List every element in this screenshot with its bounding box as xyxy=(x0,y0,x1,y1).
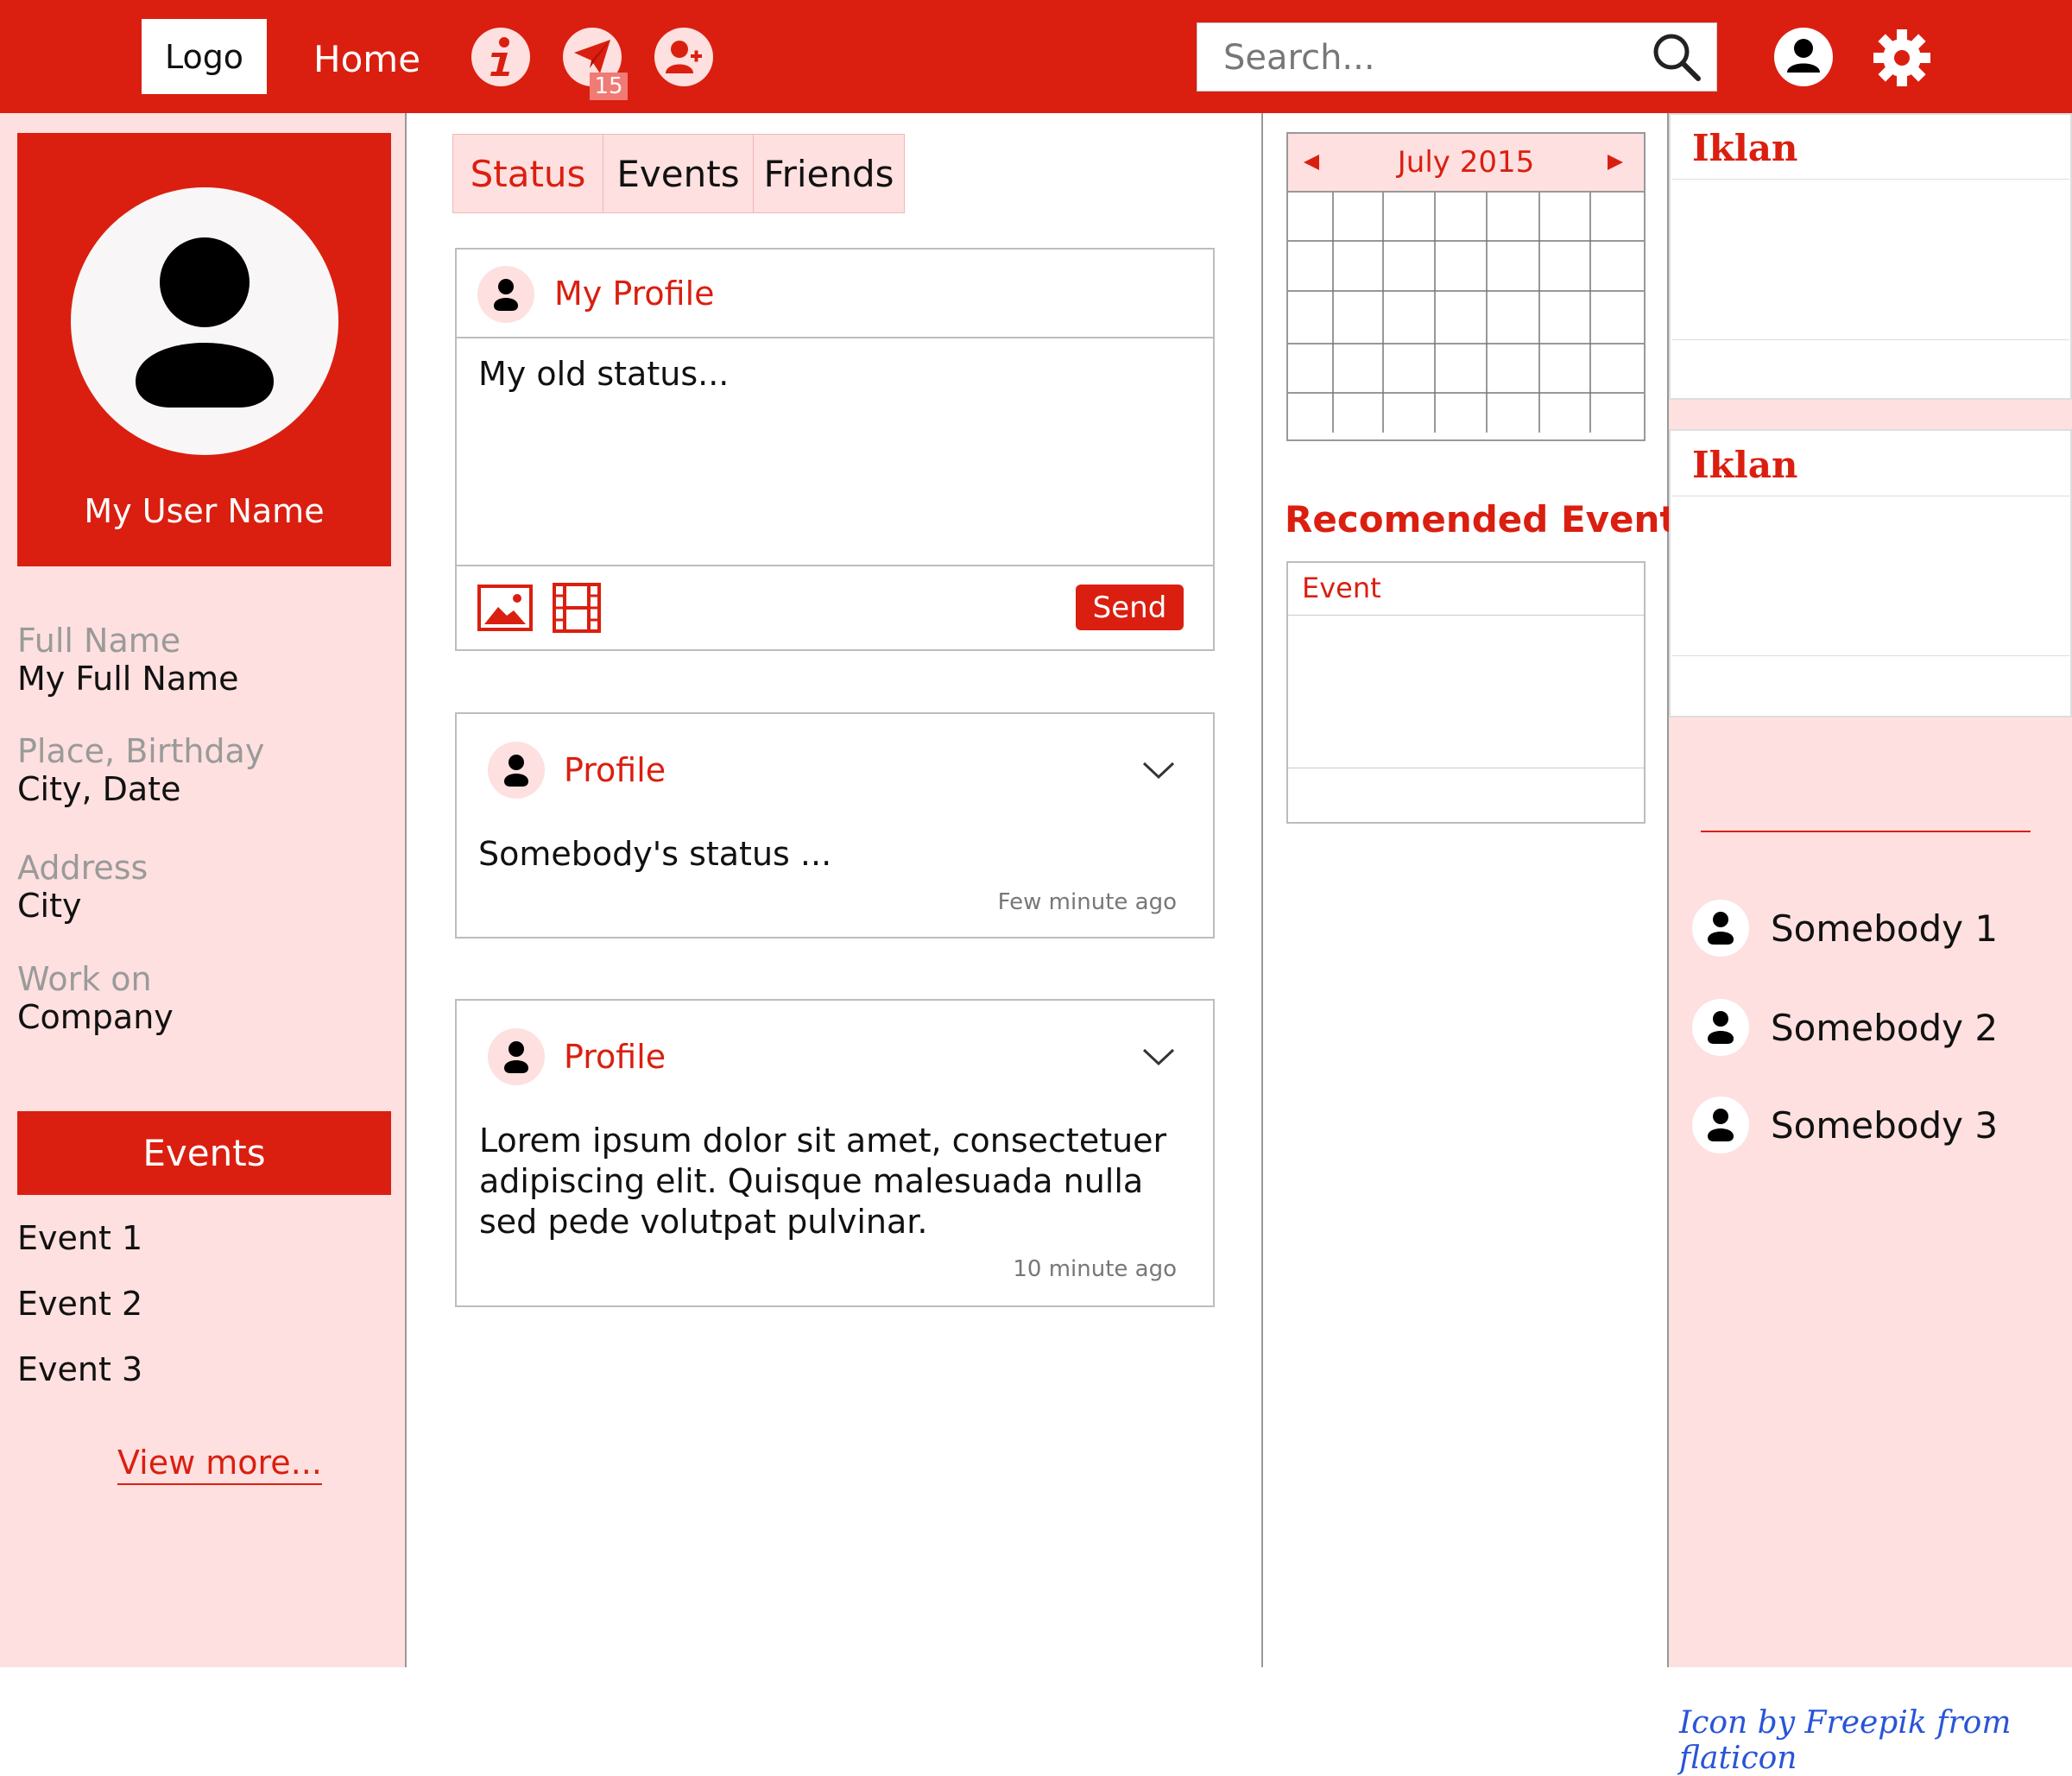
birthday-label: Place, Birthday xyxy=(17,732,265,770)
image-icon xyxy=(477,585,533,631)
recommended-event-title: Recomended Event xyxy=(1285,498,1677,540)
film-icon xyxy=(553,583,601,633)
search-icon[interactable] xyxy=(1650,30,1703,84)
ad-title: Iklan xyxy=(1692,127,1798,169)
birthday-field: Place, Birthday City, Date xyxy=(17,732,264,808)
profile-avatar[interactable] xyxy=(71,187,338,455)
user-icon xyxy=(1708,1109,1734,1141)
work-value: Company xyxy=(17,998,174,1036)
settings-button[interactable] xyxy=(1872,28,1932,92)
chevron-down-icon xyxy=(1142,1048,1175,1066)
friends-divider xyxy=(1701,831,2031,832)
tab-status[interactable]: Status xyxy=(453,135,603,212)
user-icon xyxy=(1708,1011,1734,1044)
friend-item[interactable]: Somebody 2 xyxy=(1692,999,1998,1056)
view-more-link[interactable]: View more... xyxy=(117,1444,322,1485)
tab-events[interactable]: Events xyxy=(603,135,754,212)
divider xyxy=(1672,179,2069,180)
post-text: Somebody's status ... xyxy=(478,835,832,873)
user-icon xyxy=(1787,39,1820,73)
friend-name: Somebody 2 xyxy=(1771,1006,1999,1049)
home-link[interactable]: Home xyxy=(313,38,420,80)
next-month-button[interactable] xyxy=(1606,153,1625,175)
event-item-1[interactable]: Event 1 xyxy=(17,1219,142,1257)
friend-avatar xyxy=(1692,1097,1749,1153)
user-icon xyxy=(1708,912,1734,945)
info-button[interactable] xyxy=(471,28,530,86)
status-textarea[interactable]: My old status... xyxy=(478,354,1186,561)
account-button[interactable] xyxy=(1774,28,1833,86)
divider xyxy=(1288,615,1644,616)
attach-image-button[interactable] xyxy=(477,585,533,635)
friend-item[interactable]: Somebody 1 xyxy=(1692,900,1998,957)
recommended-event-label: Event xyxy=(1302,572,1381,604)
feed-tabs: Status Events Friends xyxy=(452,134,905,213)
post-text: Lorem ipsum dolor sit amet, consectetuer… xyxy=(479,1122,1167,1241)
post-author[interactable]: Profile xyxy=(564,1038,666,1076)
search-bar xyxy=(1197,22,1717,92)
full-name-field: Full Name My Full Name xyxy=(17,622,239,698)
calendar-month: July 2015 xyxy=(1397,145,1535,180)
friend-avatar xyxy=(1692,900,1749,957)
address-value: City xyxy=(17,887,82,925)
paper-plane-icon xyxy=(574,40,610,73)
user-icon xyxy=(504,755,528,787)
post-avatar[interactable] xyxy=(488,1028,545,1085)
compose-title: My Profile xyxy=(554,275,715,313)
event-item-3[interactable]: Event 3 xyxy=(17,1350,142,1388)
ad-title: Iklan xyxy=(1692,444,1798,486)
info-icon xyxy=(490,37,509,76)
tab-friends[interactable]: Friends xyxy=(754,135,904,212)
caret-right-icon xyxy=(1608,155,1623,170)
post-avatar[interactable] xyxy=(488,742,545,799)
post-options-button[interactable] xyxy=(1141,760,1176,784)
add-friend-button[interactable] xyxy=(654,28,713,86)
user-icon xyxy=(494,279,518,311)
birthday-value: City, Date xyxy=(17,770,181,808)
post-timestamp: Few minute ago xyxy=(997,889,1177,915)
caret-left-icon xyxy=(1304,155,1319,170)
icon-credit: Icon by Freepik from flaticon xyxy=(1679,1705,2012,1776)
work-label: Work on xyxy=(17,960,152,998)
friend-name: Somebody 1 xyxy=(1771,907,1999,950)
message-count-badge: 15 xyxy=(590,73,628,100)
profile-user-name: My User Name xyxy=(84,492,325,530)
send-button[interactable]: Send xyxy=(1076,585,1184,630)
user-icon xyxy=(136,237,274,408)
friend-item[interactable]: Somebody 3 xyxy=(1692,1097,1998,1153)
logo[interactable]: Logo xyxy=(142,19,267,94)
divider xyxy=(457,337,1213,338)
calendar-header: July 2015 xyxy=(1288,134,1644,193)
search-input[interactable] xyxy=(1222,34,1631,82)
address-label: Address xyxy=(17,849,148,887)
post-author[interactable]: Profile xyxy=(564,751,666,789)
post-options-button[interactable] xyxy=(1141,1046,1176,1071)
full-name-label: Full Name xyxy=(17,622,181,660)
user-icon xyxy=(504,1041,528,1073)
prev-month-button[interactable] xyxy=(1302,153,1321,175)
address-field: Address City xyxy=(17,849,148,925)
top-navbar xyxy=(0,0,2072,113)
add-user-icon xyxy=(666,41,702,73)
friend-name: Somebody 3 xyxy=(1771,1103,1999,1147)
events-panel-title: Events xyxy=(17,1111,391,1195)
divider xyxy=(457,565,1213,566)
compose-avatar xyxy=(477,266,534,323)
divider xyxy=(1672,655,2069,656)
divider xyxy=(1672,339,2069,340)
post-timestamp: 10 minute ago xyxy=(1013,1256,1177,1282)
event-item-2[interactable]: Event 2 xyxy=(17,1285,142,1323)
calendar-grid[interactable] xyxy=(1288,193,1644,439)
chevron-down-icon xyxy=(1142,762,1175,780)
full-name-value: My Full Name xyxy=(17,660,239,698)
gear-icon xyxy=(1873,29,1930,86)
attach-video-button[interactable] xyxy=(553,583,601,636)
friend-avatar xyxy=(1692,999,1749,1056)
work-field: Work on Company xyxy=(17,960,174,1036)
